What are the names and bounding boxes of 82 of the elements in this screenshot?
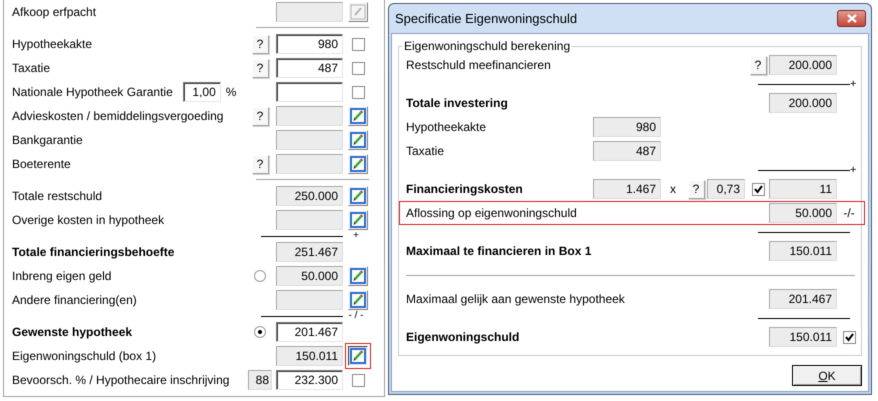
sum-sign: + (850, 165, 858, 175)
pencil-icon (350, 132, 366, 148)
sum-sign: + (850, 79, 858, 89)
field-label: Advieskosten / bemiddelingsvergoeding (12, 109, 224, 123)
sum-sign: - / - (348, 312, 364, 320)
field-label: Gewenste hypotheek (12, 325, 132, 339)
pencil-icon (350, 268, 366, 284)
checkbox[interactable] (352, 38, 364, 50)
field-label: Financieringskosten (406, 182, 524, 196)
field-label: Totale restschuld (12, 189, 102, 203)
amount-field: 200.000 (769, 93, 837, 113)
edit-button[interactable] (348, 346, 368, 366)
sum-sign: + (352, 232, 360, 240)
pencil-icon (350, 188, 366, 204)
amount-field[interactable]: 232.300 (276, 370, 343, 390)
field-label: Totale investering (406, 96, 509, 110)
field-label: Hypotheekakte (406, 120, 488, 134)
field-label: Taxatie (406, 144, 446, 158)
operator-label: -/- (843, 206, 855, 220)
amount-field: 150.011 (769, 241, 837, 261)
field-label: Hypotheekakte (12, 37, 92, 51)
pencil-icon (350, 348, 366, 364)
amount-field: 487 (593, 141, 661, 161)
field-label: Taxatie (12, 61, 50, 75)
checkbox[interactable] (842, 330, 856, 344)
amount-field: 11 (769, 179, 837, 199)
amount-field: 200.000 (769, 55, 837, 75)
factor-field: 0,73 (707, 179, 745, 199)
window-title: Specificatie Eigenwoningschuld (395, 11, 578, 26)
group-label: Eigenwoningschuld berekening (403, 39, 572, 53)
amount-field: 150.011 (276, 346, 343, 366)
amount-field[interactable]: 980 (276, 34, 343, 54)
amount-field: 201.467 (769, 289, 837, 309)
pencil-icon (350, 4, 366, 20)
help-button[interactable]: ? (750, 56, 766, 74)
field-label: Boeterente (12, 157, 71, 171)
field-label: Overige kosten in hypotheek (12, 213, 164, 227)
checkbox[interactable] (752, 182, 764, 196)
field-label: Restschuld meefinancieren (406, 58, 552, 72)
operator-label: x (670, 182, 676, 196)
amount-field: 251.467 (276, 242, 343, 262)
pencil-icon (350, 292, 366, 308)
field-label: Inbreng eigen geld (12, 269, 112, 283)
amount-field: 250.000 (276, 186, 343, 206)
field-label: Aflossing op eigenwoningschuld (406, 206, 578, 220)
amount-field: 980 (593, 117, 661, 137)
help-button[interactable]: ? (252, 154, 268, 174)
amount-field[interactable]: 201.467 (276, 322, 343, 342)
amount-field: 50.000 (769, 203, 837, 223)
field-label: Bevoorsch. % / Hypothecaire inschrijving (12, 373, 230, 387)
close-button[interactable] (837, 10, 866, 27)
field-label: Nationale Hypotheek Garantie (12, 85, 173, 99)
unit-label: % (226, 85, 236, 99)
checkbox[interactable] (352, 374, 364, 386)
amount-field: 150.011 (769, 327, 837, 347)
field-label: Maximaal te financieren in Box 1 (406, 244, 592, 258)
amount-field: 50.000 (276, 266, 343, 286)
help-button[interactable]: ? (252, 106, 268, 126)
checkbox[interactable] (352, 86, 364, 98)
radio-button[interactable] (254, 326, 266, 338)
field-label: Afkoop erfpacht (12, 5, 96, 19)
field-label: Andere financiering(en) (12, 293, 137, 307)
help-button[interactable]: ? (252, 58, 268, 78)
checkbox[interactable] (352, 62, 364, 74)
radio-button[interactable] (254, 270, 266, 282)
help-button[interactable]: ? (688, 180, 704, 198)
pencil-icon (350, 156, 366, 172)
help-button[interactable]: ? (252, 34, 268, 54)
pencil-icon (350, 108, 366, 124)
percentage-field[interactable]: 1,00 (182, 82, 221, 102)
field-label: Eigenwoningschuld (box 1) (12, 349, 156, 363)
field-label: Bankgarantie (12, 133, 83, 147)
percentage-field: 88 (248, 370, 272, 390)
pencil-icon (350, 212, 366, 228)
amount-field[interactable]: 487 (276, 58, 343, 78)
field-label: Totale financieringsbehoefte (12, 245, 174, 259)
field-label: Eigenwoningschuld (406, 330, 520, 344)
amount-field: 1.467 (593, 179, 661, 199)
ok-button[interactable]: OK (792, 365, 862, 386)
field-label: Maximaal gelijk aan gewenste hypotheek (406, 292, 626, 306)
amount-field[interactable] (276, 82, 343, 102)
close-icon (846, 14, 856, 23)
